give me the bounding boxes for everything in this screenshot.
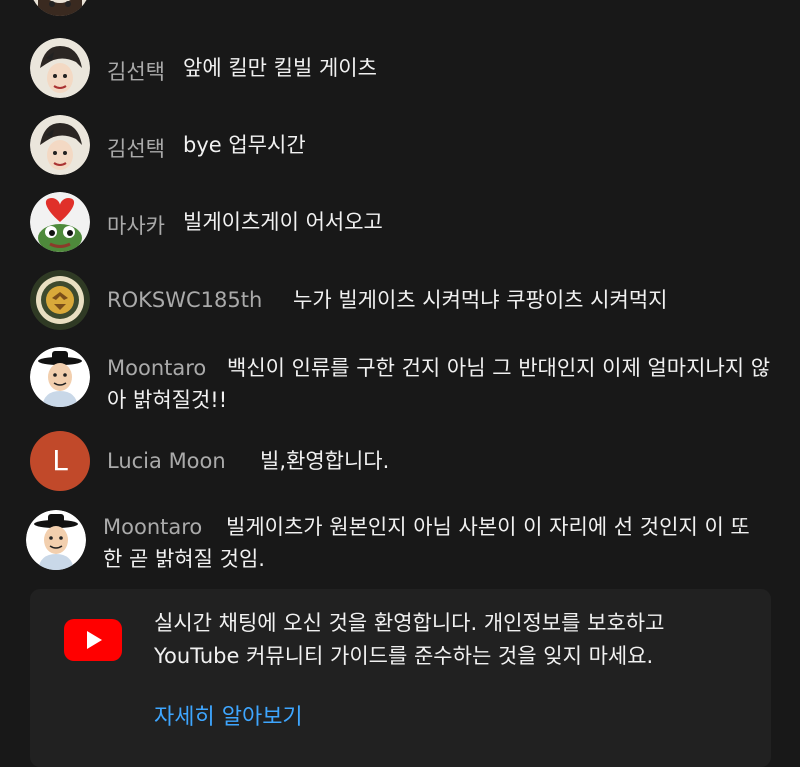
- message-text: 백신이 인류를 구한 건지 아님 그 반대인지 이제 얼마지나지 않아 밝혀질것…: [107, 356, 771, 412]
- avatar[interactable]: [30, 270, 90, 330]
- avatar-letter: L: [52, 444, 68, 477]
- author-name[interactable]: 김선택: [107, 133, 165, 163]
- avatar[interactable]: L: [30, 431, 90, 491]
- avatar[interactable]: [30, 347, 90, 407]
- avatar[interactable]: [30, 38, 90, 98]
- notice-text: 실시간 채팅에 오신 것을 환영합니다. 개인정보를 보호하고 YouTube …: [154, 611, 665, 668]
- message-text: bye 업무시간: [183, 133, 306, 157]
- learn-more-link[interactable]: 자세히 알아보기: [154, 699, 303, 731]
- author-name[interactable]: 김선택: [107, 56, 165, 86]
- chat-welcome-notice: 실시간 채팅에 오신 것을 환영합니다. 개인정보를 보호하고 YouTube …: [30, 589, 771, 767]
- message-text: 빌게이츠게이 어서오고: [183, 210, 383, 234]
- author-name[interactable]: ROKSWC185th: [107, 288, 262, 312]
- message-text: 빌,환영합니다.: [260, 449, 390, 473]
- author-name[interactable]: Lucia Moon: [107, 449, 226, 473]
- avatar[interactable]: [26, 510, 86, 570]
- avatar-partial: [30, 0, 90, 16]
- avatar[interactable]: [30, 115, 90, 175]
- message-text: 앞에 킬만 킬빌 게이츠: [183, 56, 377, 80]
- author-name[interactable]: 마사카: [107, 210, 165, 240]
- message-text: 빌게이츠가 원본인지 아님 사본이 이 자리에 선 것인지 이 또한 곧 밝혀질…: [103, 515, 750, 571]
- avatar[interactable]: [30, 192, 90, 252]
- message-text: 누가 빌게이츠 시켜먹냐 쿠팡이츠 시켜먹지: [293, 288, 668, 312]
- youtube-icon: [64, 619, 122, 661]
